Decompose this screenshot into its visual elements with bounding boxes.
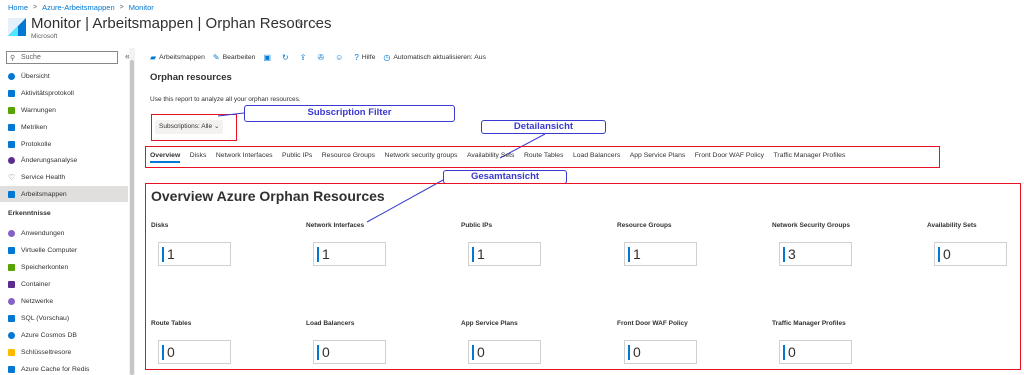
tile-label-traffic-manager-profiles: Traffic Manager Profiles bbox=[772, 320, 846, 327]
tab-front-door-waf-policy[interactable]: Front Door WAF Policy bbox=[695, 152, 764, 163]
tab-load-balancers[interactable]: Load Balancers bbox=[573, 152, 620, 163]
tab-availability-sets[interactable]: Availability Sets bbox=[467, 152, 514, 163]
tile-label-disks: Disks bbox=[151, 222, 169, 229]
tile-front-door-waf-policy: 0 bbox=[624, 340, 697, 364]
overview-title: Overview Azure Orphan Resources bbox=[151, 188, 385, 204]
tile-network-interfaces: 1 bbox=[313, 242, 386, 266]
tile-label-route-tables: Route Tables bbox=[151, 320, 192, 327]
tab-network-interfaces[interactable]: Network Interfaces bbox=[216, 152, 273, 163]
tile-label-network-security-groups: Network Security Groups bbox=[772, 222, 851, 229]
tab-public-ips[interactable]: Public IPs bbox=[282, 152, 312, 163]
tab-traffic-manager-profiles[interactable]: Traffic Manager Profiles bbox=[774, 152, 846, 163]
tile-label-front-door-waf-policy: Front Door WAF Policy bbox=[617, 320, 688, 327]
tile-disks: 1 bbox=[158, 242, 231, 266]
tile-app-service-plans: 0 bbox=[468, 340, 541, 364]
tab-disks[interactable]: Disks bbox=[190, 152, 207, 163]
tab-app-service-plans[interactable]: App Service Plans bbox=[630, 152, 686, 163]
tile-label-availability-sets: Availability Sets bbox=[927, 222, 977, 229]
overview-highlight bbox=[145, 183, 1021, 370]
tab-network-security-groups[interactable]: Network security groups bbox=[385, 152, 458, 163]
tile-traffic-manager-profiles: 0 bbox=[779, 340, 852, 364]
tab-resource-groups[interactable]: Resource Groups bbox=[322, 152, 375, 163]
tile-label-public-ips: Public IPs bbox=[461, 222, 493, 229]
tile-load-balancers: 0 bbox=[313, 340, 386, 364]
tile-label-app-service-plans: App Service Plans bbox=[461, 320, 518, 327]
tile-label-network-interfaces: Network Interfaces bbox=[306, 222, 365, 229]
tile-network-security-groups: 3 bbox=[779, 242, 852, 266]
tile-public-ips: 1 bbox=[468, 242, 541, 266]
tile-label-resource-groups: Resource Groups bbox=[617, 222, 672, 229]
tab-route-tables[interactable]: Route Tables bbox=[524, 152, 564, 163]
tile-route-tables: 0 bbox=[158, 340, 231, 364]
tile-resource-groups: 1 bbox=[624, 242, 697, 266]
tab-bar: Overview Disks Network Interfaces Public… bbox=[150, 152, 855, 163]
tile-availability-sets: 0 bbox=[934, 242, 1007, 266]
tab-overview[interactable]: Overview bbox=[150, 152, 181, 163]
tile-label-load-balancers: Load Balancers bbox=[306, 320, 355, 327]
